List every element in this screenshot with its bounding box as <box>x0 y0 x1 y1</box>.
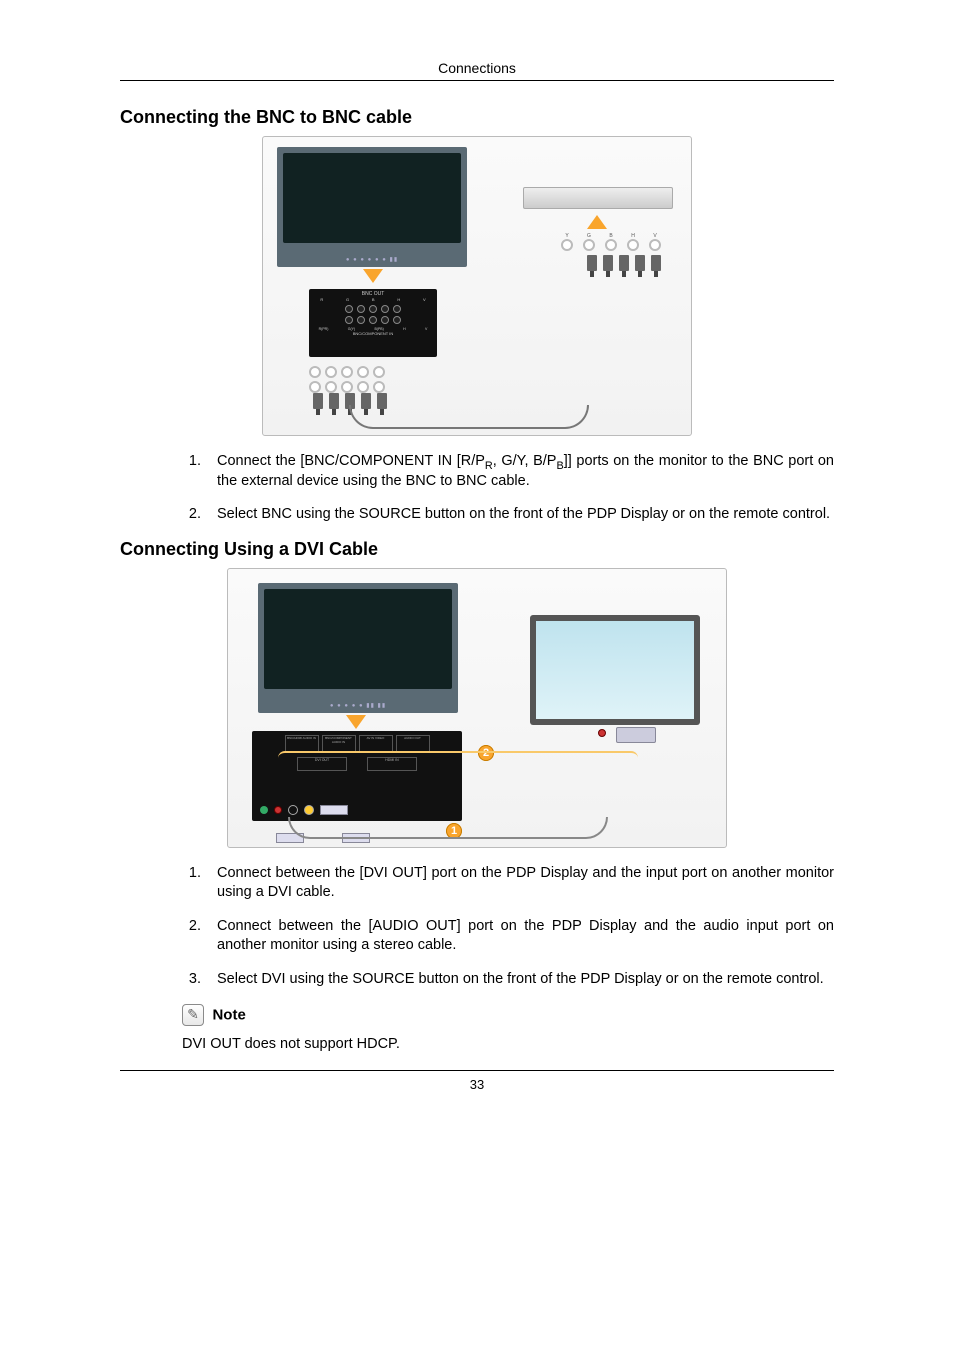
note-label: Note <box>212 1006 245 1023</box>
arrow-down-icon <box>363 269 383 283</box>
dvi-steps: Connect between the [DVI OUT] port on th… <box>205 864 834 990</box>
heading-dvi: Connecting Using a DVI Cable <box>120 539 834 560</box>
audio-cable <box>278 751 638 765</box>
heading-bnc: Connecting the BNC to BNC cable <box>120 107 834 128</box>
note-icon <box>182 1004 204 1026</box>
arrow-down-icon <box>346 715 366 729</box>
arrow-up-icon <box>587 215 607 229</box>
running-header: Connections <box>120 60 834 76</box>
bnc-step-1: Connect the [BNC/COMPONENT IN [R/PR, G/Y… <box>205 452 834 491</box>
footer-rule <box>120 1070 834 1071</box>
panel-bnc-out-label: BNC OUT <box>309 289 437 297</box>
dvi-step-2: Connect between the [AUDIO OUT] port on … <box>205 917 834 956</box>
panel-bnc-in-label: BNC/COMPONENT IN <box>309 331 437 336</box>
bnc-step-2: Select BNC using the SOURCE button on th… <box>205 505 834 525</box>
dvi-cable <box>288 817 608 839</box>
page-number: 33 <box>120 1077 834 1092</box>
note-text: DVI OUT does not support HDCP. <box>182 1036 834 1052</box>
external-device <box>523 187 673 209</box>
panel-col-labels-top: RGBHV <box>309 297 437 302</box>
bnc-steps: Connect the [BNC/COMPONENT IN [R/PR, G/Y… <box>205 452 834 525</box>
external-monitor <box>530 615 700 725</box>
dvi-step-3: Select DVI using the SOURCE button on th… <box>205 970 834 990</box>
dvi-step-1: Connect between the [DVI OUT] port on th… <box>205 864 834 903</box>
header-rule <box>120 80 834 81</box>
figure-dvi-diagram: ● ● ● ● ● ▮▮ ▮▮ BNC/HDMI AUDIO IN BNC/CO… <box>227 568 727 848</box>
bnc-cable <box>349 405 589 429</box>
figure-bnc-diagram: ● ● ● ● ● ● ▮▮ BNC OUT RGBHV R(PR)G(Y)B(… <box>262 136 692 436</box>
